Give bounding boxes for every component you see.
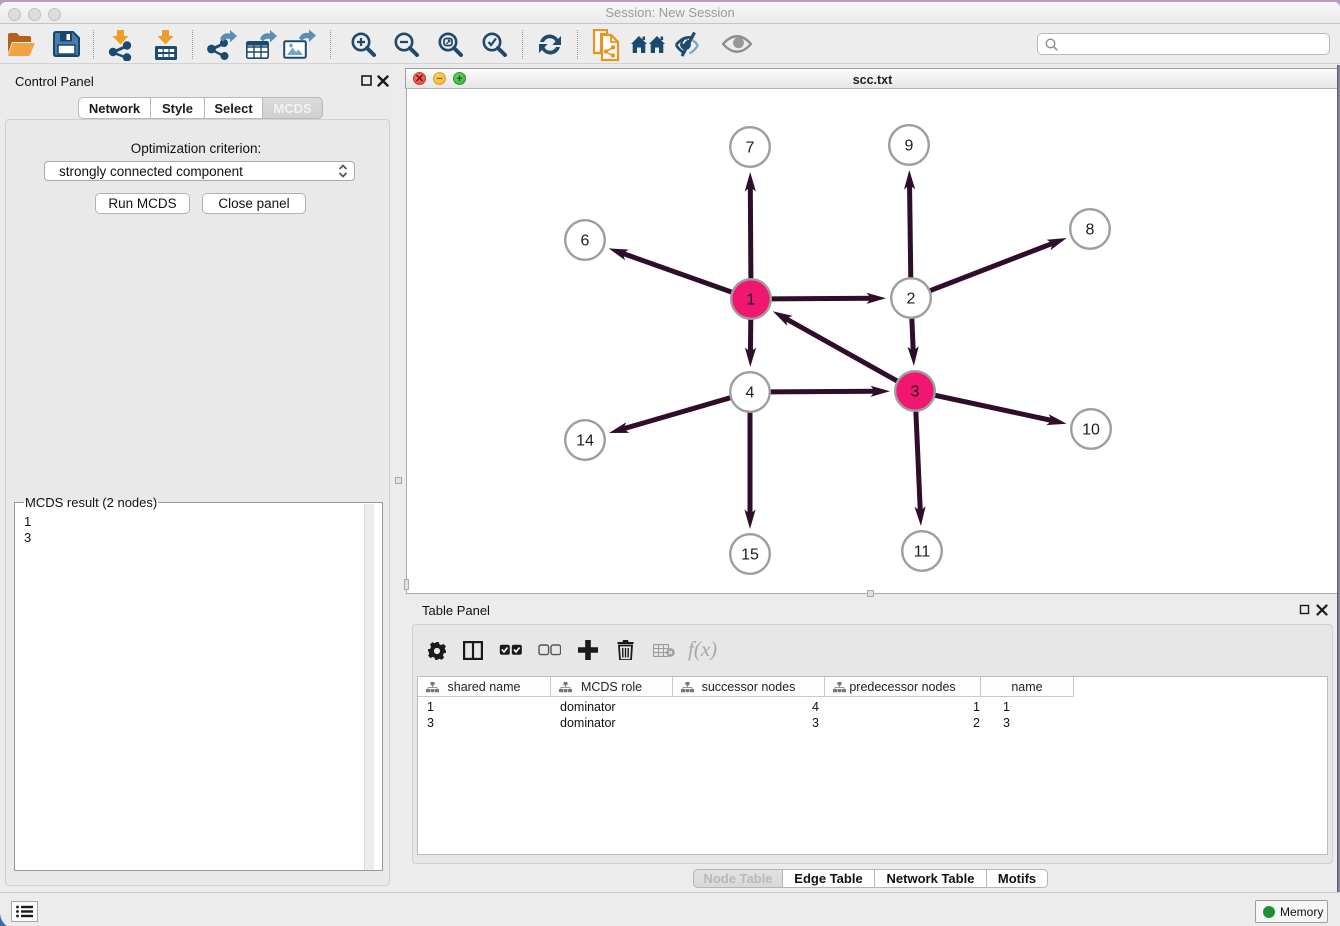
svg-text:3: 3 xyxy=(911,384,920,401)
svg-text:4: 4 xyxy=(746,385,755,402)
svg-text:8: 8 xyxy=(1086,222,1095,239)
svg-text:10: 10 xyxy=(1082,422,1100,439)
svg-text:1: 1 xyxy=(747,292,756,309)
svg-text:11: 11 xyxy=(914,544,931,561)
svg-text:6: 6 xyxy=(581,233,590,250)
svg-text:15: 15 xyxy=(741,547,759,564)
svg-text:2: 2 xyxy=(907,291,916,308)
svg-text:7: 7 xyxy=(746,140,755,157)
svg-text:9: 9 xyxy=(905,138,914,155)
svg-text:14: 14 xyxy=(576,433,594,450)
